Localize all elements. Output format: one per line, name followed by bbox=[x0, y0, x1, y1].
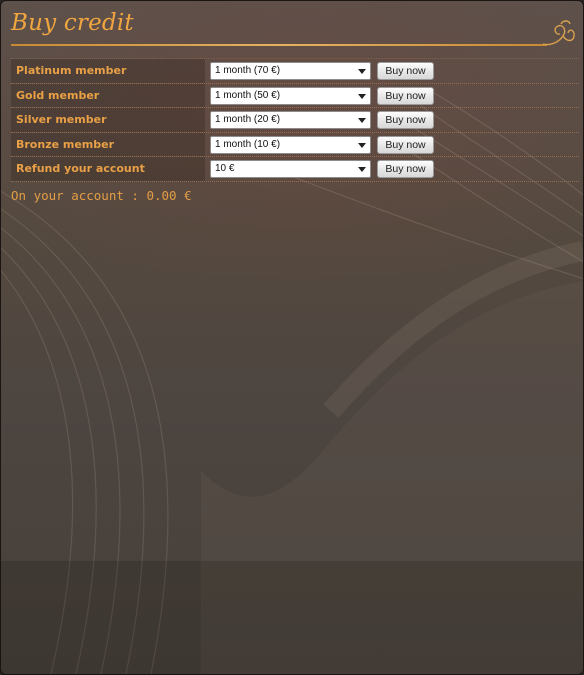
buy-now-button-bronze[interactable]: Buy now bbox=[377, 135, 434, 154]
chevron-down-icon bbox=[358, 118, 366, 123]
duration-select-bronze[interactable]: 1 month (10 €) bbox=[210, 135, 371, 154]
offer-label-gold: Gold member bbox=[11, 83, 205, 107]
buy-now-button-platinum[interactable]: Buy now bbox=[377, 62, 434, 80]
chevron-down-icon bbox=[358, 93, 366, 99]
offer-label-bronze: Bronze member bbox=[11, 132, 205, 156]
duration-select-value: 1 month (20 €) bbox=[215, 114, 281, 125]
title-divider bbox=[11, 44, 547, 46]
offer-row-platinum: Platinum member 1 month (70 €) Buy now bbox=[11, 58, 579, 84]
offer-label-platinum: Platinum member bbox=[11, 59, 205, 83]
buy-now-button-gold[interactable]: Buy now bbox=[377, 86, 434, 105]
chevron-down-icon bbox=[358, 142, 366, 148]
duration-select-gold[interactable]: 1 month (50 €) bbox=[210, 86, 371, 105]
swirl-ornament-icon bbox=[542, 20, 575, 46]
amount-select-value: 10 € bbox=[215, 163, 235, 174]
buy-credit-panel: Buy credit Platinum member 1 month (70 €… bbox=[0, 0, 584, 675]
duration-select-platinum[interactable]: 1 month (70 €) bbox=[210, 62, 371, 80]
chevron-down-icon bbox=[358, 69, 366, 74]
duration-select-value: 1 month (70 €) bbox=[215, 65, 281, 76]
duration-select-value: 1 month (50 €) bbox=[215, 89, 281, 101]
offer-label-silver: Silver member bbox=[11, 108, 205, 132]
offer-row-silver: Silver member 1 month (20 €) Buy now bbox=[11, 108, 579, 133]
amount-select-refund[interactable]: 10 € bbox=[210, 160, 371, 178]
offer-row-refund: Refund your account 10 € Buy now bbox=[11, 157, 579, 182]
offer-row-gold: Gold member 1 month (50 €) Buy now bbox=[11, 83, 579, 108]
offer-row-bronze: Bronze member 1 month (10 €) Buy now bbox=[11, 132, 579, 157]
chevron-down-icon bbox=[358, 167, 366, 172]
buy-now-button-refund[interactable]: Buy now bbox=[377, 160, 434, 178]
buy-now-button-silver[interactable]: Buy now bbox=[377, 111, 434, 129]
offer-label-refund: Refund your account bbox=[11, 157, 205, 181]
account-balance: On your account : 0.00 € bbox=[11, 188, 192, 203]
duration-select-silver[interactable]: 1 month (20 €) bbox=[210, 111, 371, 129]
credit-offers-table: Platinum member 1 month (70 €) Buy now G… bbox=[11, 58, 579, 182]
duration-select-value: 1 month (10 €) bbox=[215, 138, 281, 150]
page-title: Buy credit bbox=[11, 10, 134, 36]
